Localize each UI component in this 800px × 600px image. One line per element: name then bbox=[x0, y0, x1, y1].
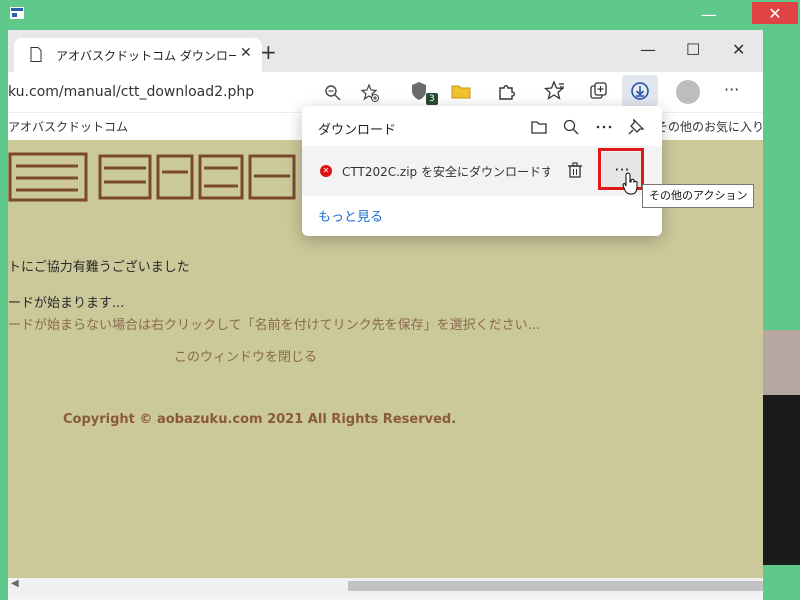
download-start-message: ードが始まります... bbox=[8, 296, 125, 311]
download-filename: CTT202C.zip を安全にダウンロードすることはできません bbox=[342, 165, 550, 179]
trash-icon[interactable] bbox=[566, 161, 584, 179]
new-tab-button[interactable]: + bbox=[260, 42, 277, 62]
close-window-link[interactable]: このウィンドウを閉じる bbox=[174, 346, 317, 365]
downloads-button[interactable] bbox=[622, 75, 658, 107]
tooltip: その他のアクション bbox=[642, 184, 755, 208]
favorites-star-icon[interactable] bbox=[544, 80, 566, 102]
thanks-message: トにご協力有難うございました bbox=[8, 260, 190, 275]
tab-close-button[interactable]: ✕ bbox=[240, 45, 252, 61]
window-minimize-button[interactable]: — bbox=[684, 0, 734, 28]
tab-active[interactable]: アオバスクドットコム ダウンロード有難う ✕ bbox=[14, 38, 262, 72]
horizontal-scrollbar[interactable]: ◀ bbox=[8, 578, 763, 594]
download-item[interactable]: ✕ CTT202C.zip を安全にダウンロードすることはできません ··· bbox=[302, 146, 662, 196]
background-window bbox=[763, 330, 800, 395]
downloads-panel: ダウンロード ✕ CTT202C.zip を安全にダウンロードすることはできませ… bbox=[302, 106, 662, 236]
download-icon bbox=[631, 82, 649, 100]
see-more-link[interactable]: もっと見る bbox=[318, 206, 383, 225]
download-fallback-message[interactable]: ードが始まらない場合は右クリックして「名前を付けてリンク先を保存」を選択ください… bbox=[8, 314, 540, 333]
zoom-icon[interactable] bbox=[324, 84, 342, 102]
extensions-puzzle-icon[interactable] bbox=[496, 80, 518, 102]
address-bar[interactable]: ku.com/manual/ctt_download2.php bbox=[8, 78, 400, 106]
downloads-title: ダウンロード bbox=[318, 123, 397, 138]
settings-more-button[interactable]: ··· bbox=[724, 80, 739, 99]
more-options-icon[interactable] bbox=[595, 118, 613, 136]
hand-cursor-icon bbox=[622, 172, 638, 195]
app-icon bbox=[10, 7, 24, 19]
background-window-dark bbox=[763, 395, 800, 565]
tab-title: アオバスクドットコム ダウンロード有難う bbox=[56, 49, 236, 63]
page-icon bbox=[30, 47, 42, 62]
profile-avatar[interactable] bbox=[676, 80, 700, 104]
tab-strip: アオバスクドットコム ダウンロード有難う ✕ + — ☐ ✕ bbox=[8, 30, 763, 72]
site-logo bbox=[8, 152, 296, 202]
open-folder-icon[interactable] bbox=[530, 118, 548, 136]
collections-folder-icon[interactable] bbox=[450, 80, 472, 102]
extension-badge: 3 bbox=[426, 93, 438, 105]
scroll-left-arrow[interactable]: ◀ bbox=[11, 578, 19, 589]
pin-icon[interactable] bbox=[627, 118, 645, 136]
browser-maximize-button[interactable]: ☐ bbox=[686, 40, 700, 59]
window-close-button[interactable]: ✕ bbox=[752, 2, 798, 24]
other-favorites[interactable]: その他のお気に入り bbox=[656, 118, 763, 135]
error-icon: ✕ bbox=[320, 165, 332, 177]
copyright-text: Copyright © aobazuku.com 2021 All Rights… bbox=[63, 412, 457, 427]
browser-close-button[interactable]: ✕ bbox=[732, 40, 745, 59]
favorites-item[interactable]: アオバスクドットコム bbox=[8, 118, 128, 135]
collections-icon[interactable] bbox=[588, 80, 610, 102]
search-icon[interactable] bbox=[562, 118, 580, 136]
add-favorite-icon[interactable] bbox=[360, 83, 380, 103]
scrollbar-thumb[interactable] bbox=[348, 581, 763, 591]
browser-minimize-button[interactable]: — bbox=[640, 40, 656, 59]
address-url[interactable]: ku.com/manual/ctt_download2.php bbox=[8, 84, 254, 100]
